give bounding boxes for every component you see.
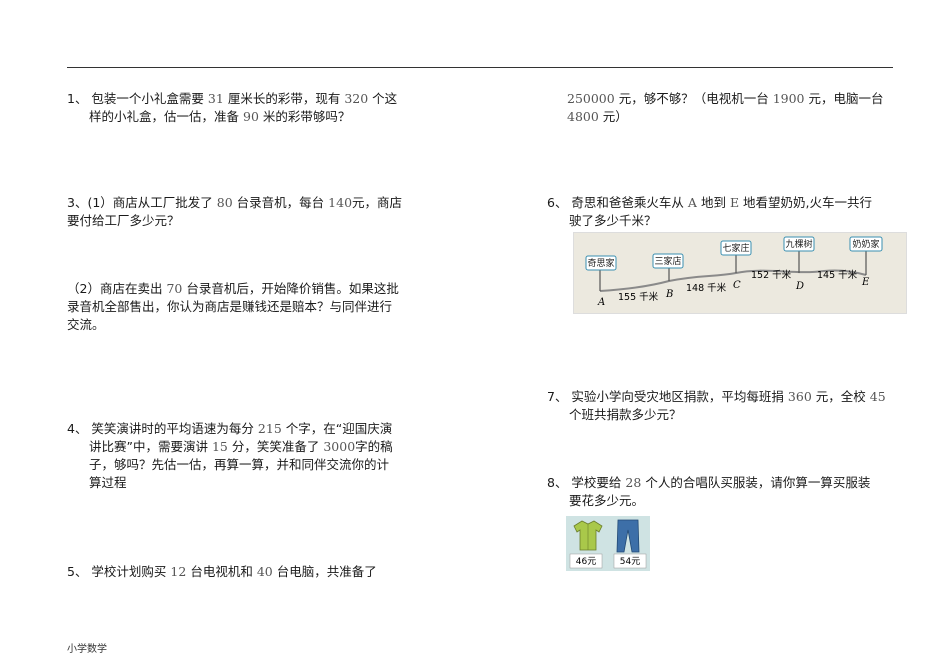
q7-number: 360 [787,389,812,404]
q3b-text: 录音机全部售出，你认为商店是赚钱还是赔本？与同伴进行 [67,299,393,314]
station-letter: B [665,289,673,300]
question-7: 7、 实验小学向受灾地区捐款，平均每班捐 360 元，全校 45 个班共捐款多少… [547,388,897,424]
q4-text: 子，够吗？先估一估，再算一算，并和同伴交流你的计 [89,457,390,472]
q3b-text: 台录音机后，开始降价销售。如果这批 [186,281,399,296]
distance-label: 152 千米 [751,269,792,281]
route-map-svg: 奇思家 A 三家店 B 七家庄 C 九棵树 D 奶奶家 E 155 千米 148… [585,236,883,308]
q1-number: 31 [207,91,224,106]
q4-text: 算过程 [89,475,127,490]
station-letter: D [795,281,804,292]
q4-text: 讲比赛”中，需要演讲 [89,439,208,454]
distance-label: 148 千米 [686,282,727,294]
q4-text: 字的稿 [355,439,393,454]
q7-text: 元，全校 [815,389,866,404]
q3a-number: 80 [216,195,233,210]
question-6: 6、 奇思和爸爸乘火车从 A 地到 E 地看望奶奶,火车一共行 驶了多少千米？ [547,194,897,230]
q6-letter: A [687,195,697,210]
shirt-price: 46元 [576,557,596,567]
station-label: 七家庄 [722,242,749,254]
station-letter: E [861,277,870,288]
q8-text: 要花多少元。 [569,493,645,508]
q7-number: 45 [869,389,886,404]
question-1: 1、 包装一个小礼盒需要 31 厘米长的彩带，现有 320 个这 样的小礼盒，估… [67,90,412,126]
q6-letter: E [729,195,740,210]
distance-label: 155 千米 [618,291,659,303]
question-4: 4、 笑笑演讲时的平均语速为每分 215 个字，在“迎国庆演 讲比赛”中，需要演… [67,420,412,492]
q1-text: 样的小礼盒，估一估，准备 [89,109,240,124]
header-rule [67,67,893,68]
station-a: 奇思家 A [585,255,617,308]
q4-text: 分，笑笑准备了 [231,439,320,454]
station-label: 三家店 [654,255,681,267]
q3a-text: 3、(1）商店从工厂批发了 [67,195,213,210]
clothing-price-image: 46元 54元 [566,516,650,571]
q5-text: 台电脑，共准备了 [276,564,377,579]
footer-label: 小学数学 [67,644,107,655]
pants-icon [616,519,640,553]
q3a-text: 元，商店 [352,195,403,210]
q3a-text: 台录音机，每台 [236,195,325,210]
q6-text: 地看望奶奶,火车一共行 [743,195,873,210]
q8-number: 28 [625,475,642,490]
q3a-number: 140 [328,195,353,210]
q1-text: 厘米长的彩带，现有 [227,91,341,106]
q5-number: 1900 [772,91,805,106]
q4-number: 3000 [323,439,356,454]
q1-text: 1、 包装一个小礼盒需要 [67,91,204,106]
q5-number: 250000 [567,91,615,106]
station-letter: C [733,280,741,291]
station-label: 奶奶家 [852,238,879,250]
shirt-icon [573,520,603,551]
q8-text: 8、 学校要给 [547,475,622,490]
q4-number: 15 [211,439,228,454]
q6-text: 地到 [700,195,726,210]
q4-number: 215 [257,421,282,436]
q7-text: 7、 实验小学向受灾地区捐款，平均每班捐 [547,389,784,404]
distance-label: 145 千米 [817,269,858,281]
q1-text: 米的彩带够吗？ [262,109,351,124]
q5-text: 台电视机和 [190,564,253,579]
station-letter: A [597,297,605,308]
q5-text: 元，够不够？（电视机一台 [618,91,769,106]
q4-text: 4、 笑笑演讲时的平均语速为每分 [67,421,254,436]
q1-number: 320 [344,91,369,106]
q8-text: 个人的合唱队买服装，请你算一算买服装 [645,475,871,490]
q3b-text: 交流。 [67,317,105,332]
q6-text: 驶了多少千米？ [569,213,657,228]
q5-number: 4800 [567,109,599,124]
q4-text: 个字，在“迎国庆演 [285,421,393,436]
station-label: 九棵树 [785,238,812,250]
station-label: 奇思家 [587,257,614,269]
q6-text: 6、 奇思和爸爸乘火车从 [547,195,684,210]
question-5: 5、 学校计划购买 12 台电视机和 40 台电脑，共准备了 [67,563,412,581]
question-3-part-2: （2）商店在卖出 70 台录音机后，开始降价销售。如果这批 录音机全部售出，你认… [67,280,412,334]
q5-number: 12 [170,564,187,579]
station-d: 九棵树 D [783,236,815,292]
route-map: 奇思家 A 三家店 B 七家庄 C 九棵树 D 奶奶家 E 155 千米 148… [573,232,907,314]
question-8: 8、 学校要给 28 个人的合唱队买服装，请你算一算买服装 要花多少元。 [547,474,897,510]
clothing-svg: 46元 54元 [569,519,647,569]
q5-number: 40 [256,564,273,579]
q7-text: 个班共捐款多少元？ [569,407,682,422]
q3a-text: 要付给工厂多少元？ [67,213,180,228]
q3b-text: （2）商店在卖出 [67,281,163,296]
q3b-number: 70 [166,281,183,296]
q5-text: 元，电脑一台 [808,91,884,106]
question-3-part-1: 3、(1）商店从工厂批发了 80 台录音机，每台 140元，商店 要付给工厂多少… [67,194,412,230]
question-5-continued: 250000 元，够不够？（电视机一台 1900 元，电脑一台 4800 元） [567,90,897,126]
q1-text: 个这 [372,91,398,106]
pants-price: 54元 [620,557,640,567]
q1-number: 90 [243,109,259,124]
q5-text: 5、 学校计划购买 [67,564,167,579]
q5-text: 元） [602,109,628,124]
